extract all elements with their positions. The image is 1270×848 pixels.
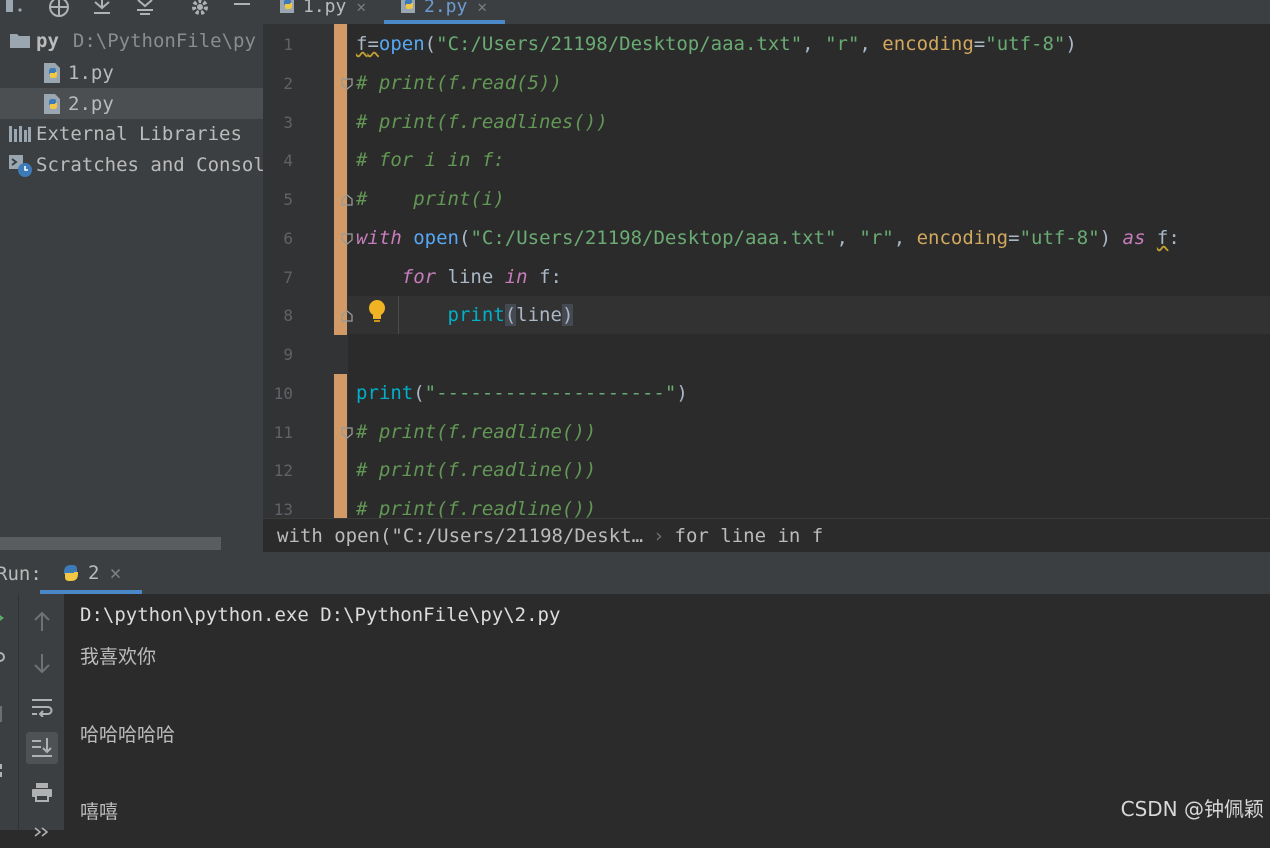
tab-2py[interactable]: 2.py ✕ — [384, 0, 505, 24]
project-horizontal-scrollbar[interactable] — [0, 537, 221, 550]
line-number: 7 — [283, 268, 293, 287]
watermark: CSDN @钟佩颖 — [1120, 797, 1264, 821]
change-marker — [334, 374, 347, 518]
code-line-12: # print(f.readline()) — [356, 459, 597, 481]
line-number: 11 — [273, 423, 293, 442]
line-number: 13 — [273, 500, 293, 518]
tree-item-label: External Libraries — [36, 122, 242, 145]
python-icon — [60, 562, 82, 584]
up-arrow-icon[interactable] — [26, 606, 58, 638]
scroll-to-end-icon[interactable] — [26, 732, 58, 764]
tab-label: 1.py — [303, 0, 347, 17]
tree-item-scratches[interactable]: Scratches and Consoles — [0, 149, 263, 180]
collapse-all-icon[interactable] — [131, 0, 159, 18]
breadcrumb: with open("C:/Users/21198/Deskt… › for l… — [263, 518, 1270, 553]
python-file-icon — [40, 92, 64, 116]
minimize-icon[interactable] — [228, 0, 256, 18]
run-tools — [18, 594, 65, 837]
more-icon[interactable] — [26, 816, 58, 848]
line-number: 6 — [283, 229, 293, 248]
rerun-icon[interactable] — [0, 612, 6, 624]
console-output-line: 嘻嘻 — [80, 801, 119, 823]
code-line-2: # print(f.read(5)) — [356, 72, 562, 94]
code-line-7: for line in f: — [401, 266, 562, 288]
tree-item-2py[interactable]: 2.py — [0, 88, 263, 119]
code-line-6: with open("C:/Users/21198/Desktop/aaa.tx… — [356, 227, 1180, 249]
breadcrumb-item[interactable]: for line in f — [675, 525, 824, 547]
tree-item-label: 1.py — [68, 61, 114, 84]
line-number: 1 — [283, 35, 293, 54]
line-number: 9 — [283, 345, 293, 364]
code-line-4: # for i in f: — [356, 149, 505, 171]
python-file-icon — [398, 0, 418, 19]
line-number: 10 — [273, 384, 293, 403]
run-left-toolbar — [0, 594, 18, 830]
code-line-1: f=open("C:/Users/21198/Desktop/aaa.txt",… — [356, 33, 1077, 55]
locate-icon[interactable] — [45, 0, 73, 18]
line-number: 3 — [283, 113, 293, 132]
print-icon[interactable] — [26, 776, 58, 808]
code-line-13: # print(f.readline()) — [356, 498, 597, 518]
refresh-icon[interactable] — [0, 650, 6, 664]
project-panel: py D:\PythonFile\py 1.py 2.py External L… — [0, 0, 263, 552]
scratches-icon — [8, 153, 32, 177]
run-console-output[interactable]: D:\python\python.exe D:\PythonFile\py\2.… — [64, 594, 1270, 830]
fold-marker-icon[interactable] — [341, 427, 353, 439]
collapse-dropdown-icon[interactable] — [2, 0, 30, 18]
code-line-11: # print(f.readline()) — [356, 421, 597, 443]
breadcrumb-separator: › — [653, 525, 665, 547]
code-line-5: # print(i) — [356, 188, 505, 210]
fold-marker-icon[interactable] — [341, 78, 353, 90]
fold-marker-icon[interactable] — [341, 310, 353, 322]
folder-icon — [8, 29, 32, 53]
project-root-name: py — [36, 29, 59, 52]
layout-icon[interactable] — [0, 764, 4, 778]
library-icon — [8, 122, 32, 146]
run-label: Run: — [0, 563, 42, 585]
gear-icon[interactable] — [186, 0, 214, 18]
line-number: 5 — [283, 190, 293, 209]
console-output-line: 我喜欢你 — [80, 646, 157, 668]
code-editor[interactable]: 1 2 3 4 5 6 7 8 9 10 11 12 13 f=open("C:… — [263, 24, 1270, 518]
tree-item-1py[interactable]: 1.py — [0, 57, 263, 88]
project-root-row[interactable]: py D:\PythonFile\py — [0, 25, 263, 56]
tree-item-label: Scratches and Consoles — [36, 153, 263, 176]
python-file-icon — [40, 61, 64, 85]
expand-all-icon[interactable] — [88, 0, 116, 18]
run-panel-header: Run: 2 × — [0, 552, 1270, 594]
line-number: 8 — [283, 306, 293, 325]
project-root-path: D:\PythonFile\py — [72, 29, 256, 52]
console-output-line: 哈哈哈哈哈 — [80, 724, 176, 746]
console-command-line: D:\python\python.exe D:\PythonFile\py\2.… — [80, 604, 561, 626]
close-icon[interactable]: × — [109, 561, 121, 585]
change-marker — [334, 24, 347, 335]
close-tab-icon[interactable]: ✕ — [477, 0, 487, 16]
breadcrumb-item[interactable]: with open("C:/Users/21198/Deskt… — [277, 525, 643, 547]
editor-tab-bar: 1.py ✕ 2.py ✕ — [263, 0, 1270, 24]
line-number: 2 — [283, 74, 293, 93]
soft-wrap-icon[interactable] — [26, 691, 58, 723]
project-toolbar — [0, 0, 263, 22]
code-line-10: print("--------------------") — [356, 382, 688, 404]
run-tab[interactable]: 2 × — [40, 552, 142, 594]
fold-marker-icon[interactable] — [341, 194, 353, 206]
run-tab-label: 2 — [88, 562, 100, 584]
line-number: 4 — [283, 151, 293, 170]
python-file-icon — [277, 0, 297, 19]
stop-icon[interactable] — [0, 706, 4, 722]
tree-item-label: 2.py — [68, 92, 114, 115]
tab-label: 2.py — [424, 0, 468, 17]
close-tab-icon[interactable]: ✕ — [356, 0, 366, 16]
code-line-8: print(line) — [447, 304, 574, 326]
tree-item-external-libraries[interactable]: External Libraries — [0, 118, 263, 149]
fold-marker-icon[interactable] — [341, 233, 353, 245]
editor-gutter: 1 2 3 4 5 6 7 8 9 10 11 12 13 — [263, 24, 353, 518]
code-line-3: # print(f.readlines()) — [356, 111, 608, 133]
line-number: 12 — [273, 461, 293, 480]
down-arrow-icon[interactable] — [26, 647, 58, 679]
tab-1py[interactable]: 1.py ✕ — [277, 0, 366, 18]
